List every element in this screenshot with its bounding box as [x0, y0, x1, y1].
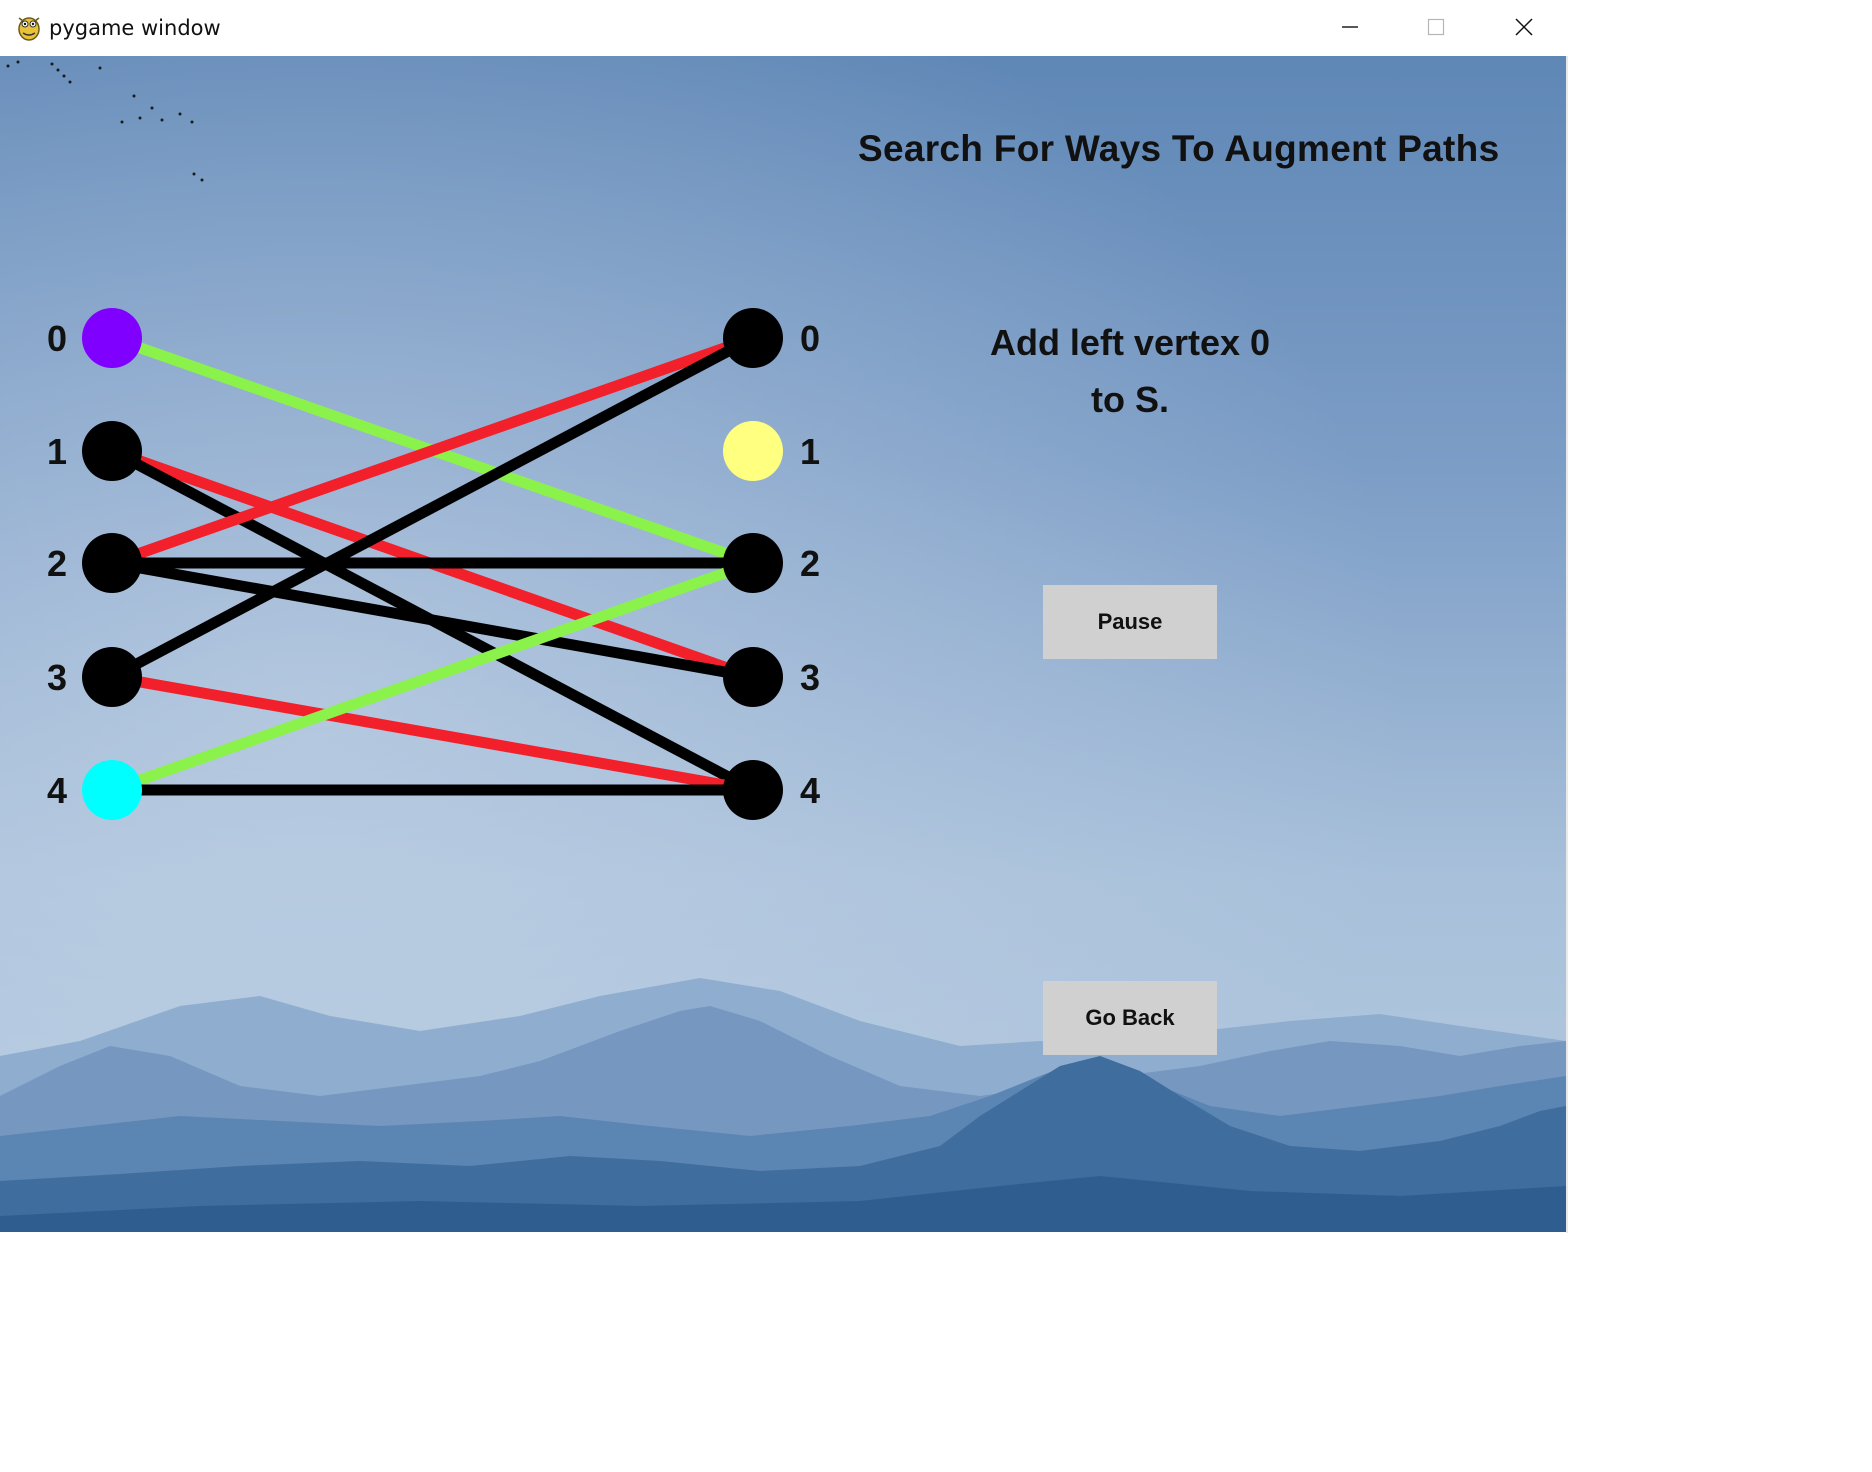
edge-L4-R2 [110, 557, 755, 796]
status-message-line1: Add left vertex 0 [989, 322, 1271, 363]
right-vertex-label-3: 3 [800, 657, 820, 698]
left-vertex-label-4: 4 [47, 770, 67, 811]
page-heading: Search For Ways To Augment Paths [858, 128, 1500, 169]
left-vertex-4 [82, 760, 142, 820]
maximize-icon [1427, 18, 1445, 36]
right-vertex-1 [723, 421, 783, 481]
right-vertex-label-1: 1 [800, 431, 820, 472]
maximize-button[interactable] [1393, 0, 1479, 54]
window-title: pygame window [49, 16, 221, 40]
pygame-window: pygame window 0 1 2 3 4 0 1 2 3 4 Search… [0, 0, 1568, 1233]
right-vertex-label-2: 2 [800, 543, 820, 584]
game-canvas: 0 1 2 3 4 0 1 2 3 4 Search For Ways To Augment Pa… [0, 56, 1566, 1232]
left-vertex-label-2: 2 [47, 543, 67, 584]
right-vertex-label-0: 0 [800, 318, 820, 359]
left-vertex-1 [82, 421, 142, 481]
left-vertex-0 [82, 308, 142, 368]
pause-button[interactable]: Pause [1043, 585, 1217, 659]
left-vertex-2 [82, 533, 142, 593]
right-vertex-4 [723, 760, 783, 820]
right-vertex-3 [723, 647, 783, 707]
status-message: Add left vertex 0 to S. [900, 314, 1360, 428]
left-vertex-3 [82, 647, 142, 707]
left-vertex-label-3: 3 [47, 657, 67, 698]
right-vertex-2 [723, 533, 783, 593]
close-icon [1515, 18, 1533, 36]
go-back-button[interactable]: Go Back [1043, 981, 1217, 1055]
right-vertex-label-4: 4 [800, 770, 820, 811]
minimize-button[interactable] [1307, 0, 1393, 54]
minimize-icon [1342, 26, 1358, 28]
bipartite-graph: 0 1 2 3 4 0 1 2 3 4 [47, 308, 820, 820]
close-button[interactable] [1481, 0, 1567, 54]
window-border [1566, 56, 1568, 1233]
left-vertex-label-0: 0 [47, 318, 67, 359]
title-bar: pygame window [0, 0, 1568, 57]
pygame-snake-icon [18, 17, 40, 41]
edges-layer [109, 332, 756, 796]
left-vertex-label-1: 1 [47, 431, 67, 472]
status-message-line2: to S. [1091, 379, 1169, 420]
right-vertex-0 [723, 308, 783, 368]
